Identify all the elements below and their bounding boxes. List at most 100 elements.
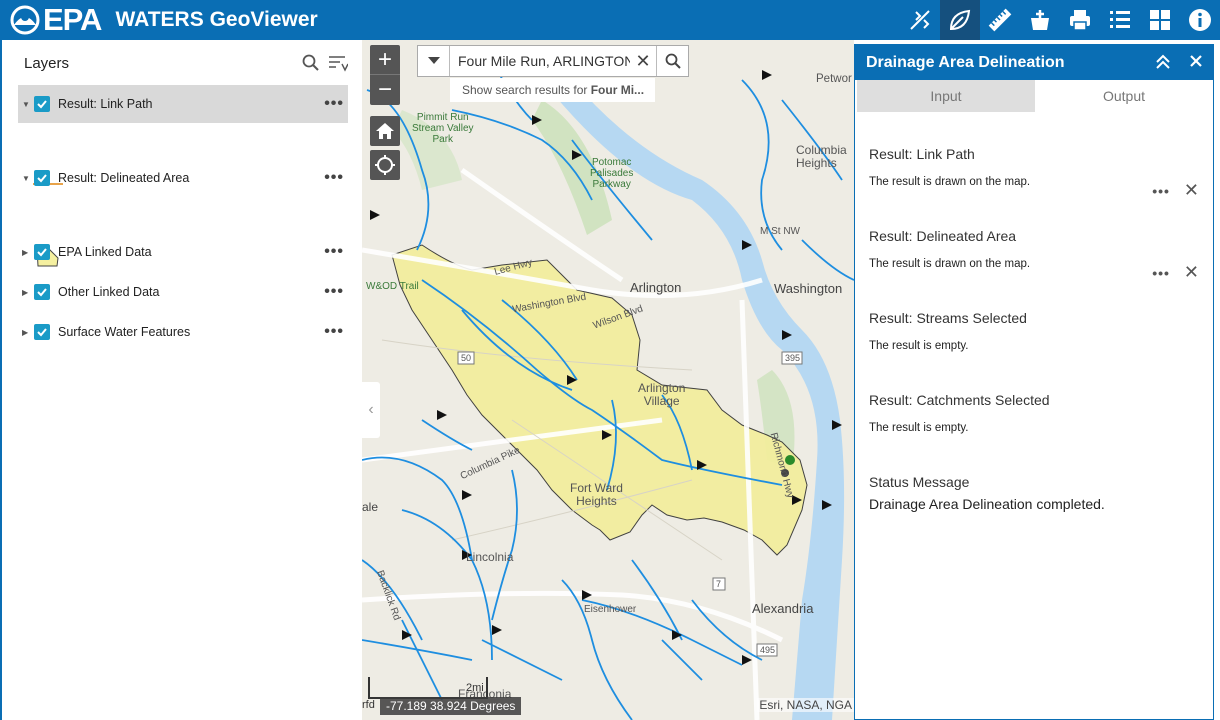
remove-result-button[interactable]: ✕ <box>1184 262 1199 283</box>
layer-list-button[interactable] <box>1100 0 1140 40</box>
epa-flower-icon <box>10 5 40 35</box>
app-header: EPA WATERS GeoViewer <box>0 0 1220 40</box>
panel-header: Drainage Area Delineation <box>855 45 1213 80</box>
result-actions: ••• ✕ <box>1152 262 1199 283</box>
watershed-tool-icon <box>949 9 971 31</box>
coordinate-readout: -77.189 38.924 Degrees <box>380 697 522 715</box>
caret-right-icon[interactable]: ▶ <box>22 248 32 257</box>
layer-item-surface-water-features[interactable]: ▶ Surface Water Features ••• <box>18 313 348 351</box>
add-data-button[interactable] <box>1020 0 1060 40</box>
zoom-control: + − <box>370 45 400 105</box>
map-view[interactable]: Arlington Washington Arlington Village F… <box>362 40 854 720</box>
caret-right-icon[interactable]: ▶ <box>22 288 32 297</box>
locate-crosshair-icon <box>375 155 395 175</box>
app-title: WATERS GeoViewer <box>115 8 318 31</box>
widget-grid-button[interactable] <box>1140 0 1180 40</box>
result-title: Result: Delineated Area <box>869 228 1017 244</box>
search-icon <box>665 53 681 69</box>
clear-search-button[interactable]: ✕ <box>630 46 656 76</box>
info-button[interactable] <box>1180 0 1220 40</box>
caret-right-icon[interactable]: ▶ <box>22 328 32 337</box>
checkmark-icon <box>37 328 47 337</box>
suggestion-term: Four Mi... <box>590 83 645 97</box>
widget-grid-icon <box>1150 10 1170 30</box>
status-title: Status Message <box>869 474 970 490</box>
checkmark-icon <box>37 174 47 183</box>
layer-options-button[interactable]: ••• <box>324 323 344 341</box>
double-chevron-up-icon[interactable] <box>1155 54 1171 70</box>
result-options-button[interactable]: ••• <box>1152 183 1170 199</box>
layer-checkbox[interactable] <box>34 324 50 340</box>
tab-output[interactable]: Output <box>1035 80 1213 112</box>
map-label-wod-trail: W&OD Trail <box>366 281 419 292</box>
route-shield-395: 395 <box>785 353 801 363</box>
close-icon: ✕ <box>635 50 651 71</box>
layer-label: Result: Delineated Area <box>58 171 190 185</box>
navigate-tool-icon <box>910 10 930 30</box>
panel-tabs: Input Output <box>855 80 1213 112</box>
map-label-fort-ward-heights: Fort Ward Heights <box>570 481 623 508</box>
caret-down-icon[interactable]: ▼ <box>22 174 32 183</box>
status-message: Status Message Drainage Area Delineation… <box>869 474 1199 512</box>
zoom-in-button[interactable]: + <box>370 45 400 75</box>
layer-options-button[interactable]: ••• <box>324 95 344 113</box>
map-label-washington: Washington <box>774 281 843 296</box>
result-options-button[interactable]: ••• <box>1152 265 1170 281</box>
layer-item-link-path[interactable]: ▼ Result: Link Path ••• <box>18 85 348 123</box>
route-shield-495: 495 <box>760 645 776 655</box>
result-catchments-selected: Result: Catchments Selected The result i… <box>869 392 1199 434</box>
layer-item-delineated-area[interactable]: ▼ Result: Delineated Area ••• <box>18 159 348 197</box>
search-submit-button[interactable] <box>656 46 688 76</box>
zoom-out-button[interactable]: − <box>370 75 400 105</box>
layer-item-other-linked-data[interactable]: ▶ Other Linked Data ••• <box>18 273 348 311</box>
measure-ruler-icon <box>988 8 1012 32</box>
map-attribution[interactable]: Esri, NASA, NGA <box>757 698 854 712</box>
filter-list-icon[interactable] <box>328 54 348 72</box>
panel-title: Drainage Area Delineation <box>866 53 1065 71</box>
remove-result-button[interactable]: ✕ <box>1184 180 1199 201</box>
layer-checkbox[interactable] <box>34 170 50 186</box>
info-icon <box>1189 9 1211 31</box>
collapse-panel-tab[interactable]: ‹ <box>362 382 380 438</box>
scale-label: 2mi <box>466 682 484 694</box>
map-label-pimmit-run: Pimmit Run Stream Valley Park <box>412 112 474 145</box>
caret-down-icon <box>427 57 440 64</box>
layer-label: Other Linked Data <box>58 285 160 299</box>
checkmark-icon <box>37 100 47 109</box>
caret-down-icon[interactable]: ▼ <box>22 100 32 109</box>
layer-checkbox[interactable] <box>34 284 50 300</box>
search-icon[interactable] <box>302 54 320 72</box>
search-input[interactable] <box>450 46 630 76</box>
chevron-left-icon: ‹ <box>368 401 374 418</box>
result-link-path: Result: Link Path The result is drawn on… <box>869 146 1199 200</box>
tab-input[interactable]: Input <box>857 80 1035 112</box>
layer-options-button[interactable]: ••• <box>324 169 344 187</box>
map-label-potomac-palisades: Potomac Palisades Parkway <box>590 157 634 190</box>
result-text: The result is drawn on the map. <box>869 258 1031 270</box>
result-title: Result: Streams Selected <box>869 310 1027 326</box>
layer-options-button[interactable]: ••• <box>324 283 344 301</box>
close-icon[interactable] <box>1189 54 1203 68</box>
layer-checkbox[interactable] <box>34 244 50 260</box>
watershed-tool-button[interactable] <box>940 0 980 40</box>
measure-tool-button[interactable] <box>980 0 1020 40</box>
layer-options-button[interactable]: ••• <box>324 243 344 261</box>
result-text: The result is empty. <box>869 340 969 352</box>
print-button[interactable] <box>1060 0 1100 40</box>
locate-button[interactable] <box>370 150 400 180</box>
search-suggestion[interactable]: Show search results for Four Mi... <box>450 78 655 102</box>
home-button[interactable] <box>370 116 400 146</box>
header-toolbar <box>900 0 1220 40</box>
search-source-dropdown[interactable] <box>418 46 450 76</box>
layer-list-icon <box>1110 11 1130 28</box>
home-icon <box>376 123 394 139</box>
layer-checkbox[interactable] <box>34 96 50 112</box>
layer-label: EPA Linked Data <box>58 245 152 259</box>
navigate-tool-button[interactable] <box>900 0 940 40</box>
epa-logo: EPA <box>10 2 102 38</box>
layers-panel: Layers ▼ Result: Link Path ••• ▼ Result:… <box>0 40 362 720</box>
add-data-icon <box>1031 10 1049 30</box>
epa-logo-text: EPA <box>43 2 102 37</box>
layer-item-epa-linked-data[interactable]: ▶ EPA Linked Data ••• <box>18 233 348 271</box>
layers-title: Layers <box>24 54 70 72</box>
